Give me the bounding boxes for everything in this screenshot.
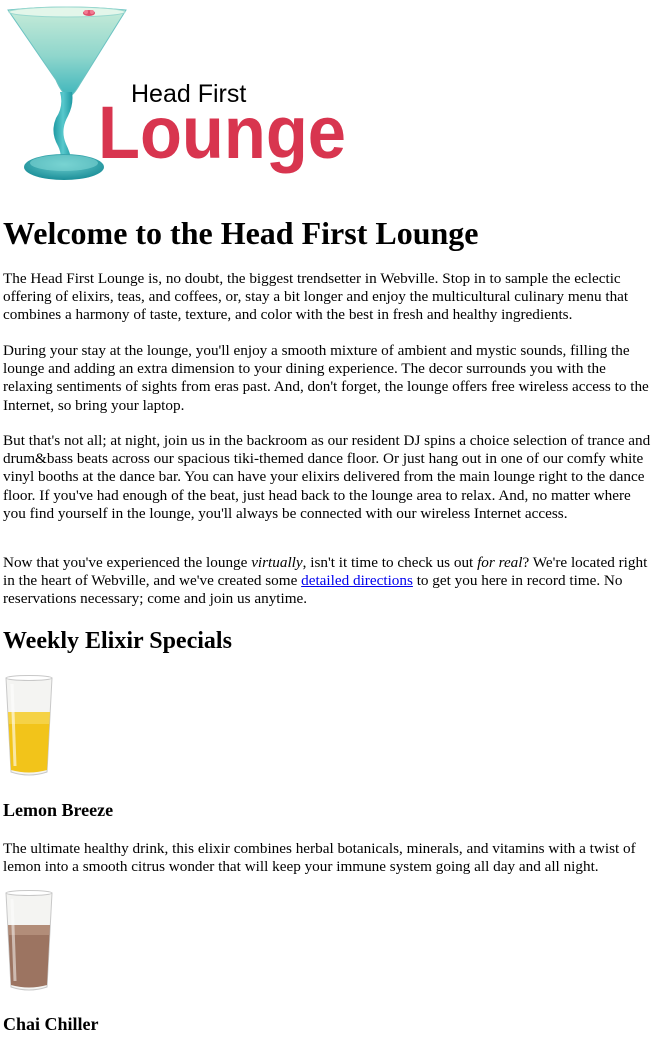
closing-paragraph: Now that you've experienced the lounge v… bbox=[3, 554, 648, 608]
logo-line2: Lounge bbox=[98, 91, 346, 174]
intro-paragraph-2: During your stay at the lounge, you'll e… bbox=[3, 342, 649, 414]
lounge-logo: Head First Lounge bbox=[7, 6, 346, 180]
specials-heading: Weekly Elixir Specials bbox=[3, 628, 232, 654]
directions-link[interactable]: detailed directions bbox=[301, 572, 413, 589]
special-name: Lemon Breeze bbox=[3, 800, 114, 820]
intro-paragraph-1: The Head First Lounge is, no doubt, the … bbox=[3, 270, 629, 324]
page: Head First Lounge Welcome to the Head Fi… bbox=[0, 0, 651, 1039]
chai-chiller-glass-icon bbox=[5, 890, 53, 991]
intro-paragraph-3: But that's not all; at night, join us in… bbox=[3, 432, 651, 522]
lemon-breeze-glass-icon bbox=[5, 675, 53, 776]
page-title: Welcome to the Head First Lounge bbox=[3, 215, 479, 251]
special-description: The ultimate healthy drink, this elixir … bbox=[3, 840, 636, 876]
special-name: Chai Chiller bbox=[3, 1014, 99, 1034]
